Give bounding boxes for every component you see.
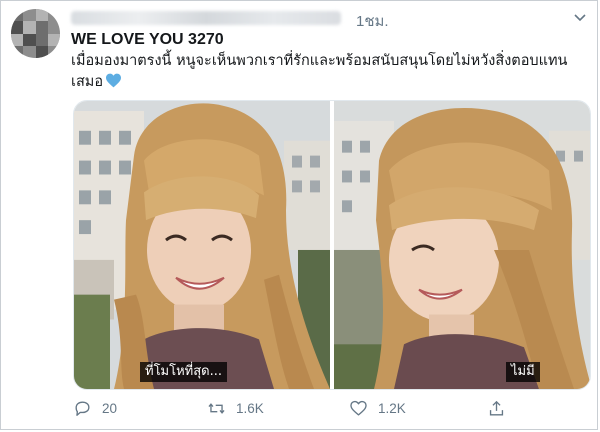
reply-count: 20 <box>102 401 118 416</box>
chevron-down-icon[interactable] <box>572 9 588 25</box>
media-divider <box>330 101 334 389</box>
tweet-actions: 20 1.6K 1.2K <box>73 399 583 423</box>
tweet-media[interactable]: ที่โมโหที่สุด... ไม่มี <box>73 100 591 390</box>
heart-outline-icon <box>350 400 367 416</box>
like-button[interactable]: 1.2K <box>349 399 406 418</box>
tweet-text-wrap: เมื่อมองมาตรงนี้ หนูจะเห็นพวกเราที่รักแล… <box>71 51 581 93</box>
blue-heart-icon <box>106 73 122 88</box>
retweet-icon <box>208 403 225 414</box>
tweet-text: เมื่อมองมาตรงนี้ หนูจะเห็นพวกเราที่รักแล… <box>71 53 568 90</box>
tweet-timestamp[interactable]: 1ชม. <box>356 9 389 33</box>
blurred-username <box>71 11 341 25</box>
photo-right[interactable] <box>334 101 591 389</box>
like-count: 1.2K <box>378 401 406 416</box>
photo-left[interactable] <box>74 101 330 389</box>
tweet-display-name: WE LOVE YOU 3270 <box>71 31 224 48</box>
retweet-count: 1.6K <box>236 401 264 416</box>
retweet-button[interactable]: 1.6K <box>207 399 264 418</box>
share-icon <box>489 400 504 416</box>
tweet-card[interactable]: 1ชม. WE LOVE YOU 3270 เมื่อมองมาตรงนี้ ห… <box>0 0 598 430</box>
avatar[interactable] <box>11 9 60 58</box>
reply-icon <box>75 401 90 416</box>
right-subtitle: ไม่มี <box>506 362 540 382</box>
share-button[interactable] <box>487 399 506 418</box>
reply-button[interactable]: 20 <box>73 399 117 418</box>
left-subtitle: ที่โมโหที่สุด... <box>140 362 228 382</box>
